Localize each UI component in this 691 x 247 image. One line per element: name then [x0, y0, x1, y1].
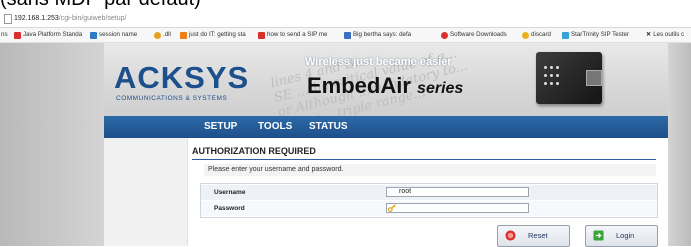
bookmark-icon	[14, 31, 21, 39]
device-led	[556, 74, 559, 77]
bookmark-icon	[441, 31, 448, 39]
content-sidebar	[104, 138, 188, 246]
device-port	[586, 70, 602, 86]
content-panel: AUTHORIZATION REQUIRED Please enter your…	[104, 138, 668, 247]
device-led	[544, 66, 547, 69]
product-title: EmbedAir	[307, 73, 411, 98]
bookmark-icon	[180, 31, 187, 39]
bookmark-icon	[522, 31, 529, 39]
bookmark-item[interactable]: discard	[522, 28, 551, 42]
password-input[interactable]	[386, 203, 529, 213]
page-caption: (sans MDP par défaut)	[0, 0, 201, 10]
url-host: 192.168.1.253	[14, 15, 59, 22]
device-image	[536, 52, 602, 104]
page-background-right	[668, 43, 691, 246]
key-icon	[388, 204, 396, 212]
page-icon	[4, 14, 12, 24]
page-viewport: lines 4 and B... SE ...the critical valu…	[0, 43, 691, 247]
bookmark-label: Les outils c	[653, 31, 685, 38]
password-row: Password	[201, 201, 657, 216]
bookmark-label: .dll	[163, 31, 171, 38]
url-path: /cgi-bin/guiweb/setup/	[58, 15, 127, 22]
product-series: series	[417, 80, 464, 97]
bookmark-item[interactable]: just do IT: getting sta	[180, 28, 246, 42]
banner-tagline: Wireless just became easier	[305, 56, 452, 68]
bookmark-label: session name	[99, 31, 138, 38]
bookmark-item[interactable]: how to send a SIP me	[258, 28, 327, 42]
login-form: Username Password	[200, 183, 658, 218]
x-icon: ✕	[646, 31, 652, 38]
bookmark-label: Big bertha says: defa	[353, 31, 412, 38]
title-divider	[192, 159, 656, 160]
bookmark-item[interactable]: Big bertha says: defa	[344, 28, 411, 42]
device-led	[544, 74, 547, 77]
bookmark-item[interactable]: ns	[1, 28, 8, 42]
reset-label: Reset	[528, 231, 548, 240]
bookmark-label: Java Platform Standa	[23, 31, 83, 38]
bookmark-icon	[154, 31, 161, 39]
password-label: Password	[214, 205, 245, 212]
login-icon	[593, 230, 604, 241]
bookmark-item[interactable]: session name	[90, 28, 137, 42]
address-bar[interactable]: 192.168.1.253/cgi-bin/guiweb/setup/	[0, 10, 691, 28]
bookmark-label: ns	[1, 31, 8, 38]
bookmark-item[interactable]: Software Downloads	[441, 28, 507, 42]
login-button[interactable]: Login	[585, 225, 658, 247]
nav-tools[interactable]: TOOLS	[258, 116, 292, 138]
bookmark-icon	[258, 31, 265, 39]
bookmark-icon	[344, 31, 351, 39]
device-led	[550, 74, 553, 77]
logo-subtitle: COMMUNICATIONS & SYSTEMS	[116, 95, 228, 102]
url-text[interactable]: 192.168.1.253/cgi-bin/guiweb/setup/	[14, 10, 126, 27]
header-banner: lines 4 and B... SE ...the critical valu…	[104, 43, 668, 116]
acksys-logo: ACKSYS	[114, 60, 250, 95]
bookmark-label: StarTrinity SIP Tester	[571, 31, 629, 38]
login-label: Login	[616, 231, 635, 240]
device-led	[550, 82, 553, 85]
login-instruction: Please enter your username and password.	[204, 164, 656, 176]
username-row: Username	[201, 185, 657, 200]
main-nav: SETUP TOOLS STATUS	[104, 116, 668, 138]
reset-icon	[505, 230, 516, 241]
bookmark-label: discard	[531, 31, 551, 38]
device-led	[544, 82, 547, 85]
username-label: Username	[214, 189, 246, 196]
bookmarks-bar: ns Java Platform Standa session name .dl…	[0, 28, 691, 43]
bookmark-item[interactable]: Java Platform Standa	[14, 28, 82, 42]
device-led	[550, 66, 553, 69]
device-led	[556, 82, 559, 85]
bookmark-item[interactable]: StarTrinity SIP Tester	[562, 28, 629, 42]
bookmark-label: just do IT: getting sta	[189, 31, 246, 38]
bookmark-label: how to send a SIP me	[267, 31, 328, 38]
product-name: EmbedAir series	[307, 73, 463, 99]
reset-button[interactable]: Reset	[497, 225, 570, 247]
nav-setup[interactable]: SETUP	[204, 116, 237, 138]
bookmark-icon	[90, 31, 97, 39]
page-title: AUTHORIZATION REQUIRED	[192, 146, 316, 156]
bookmark-icon	[562, 31, 569, 39]
username-input[interactable]	[386, 187, 529, 197]
device-led	[556, 66, 559, 69]
bookmark-label: Software Downloads	[450, 31, 507, 38]
bookmark-item[interactable]: .dll	[154, 28, 171, 42]
nav-status[interactable]: STATUS	[309, 116, 348, 138]
bookmark-item[interactable]: ✕ Les outils c	[646, 28, 684, 42]
page-background-left	[0, 43, 104, 246]
